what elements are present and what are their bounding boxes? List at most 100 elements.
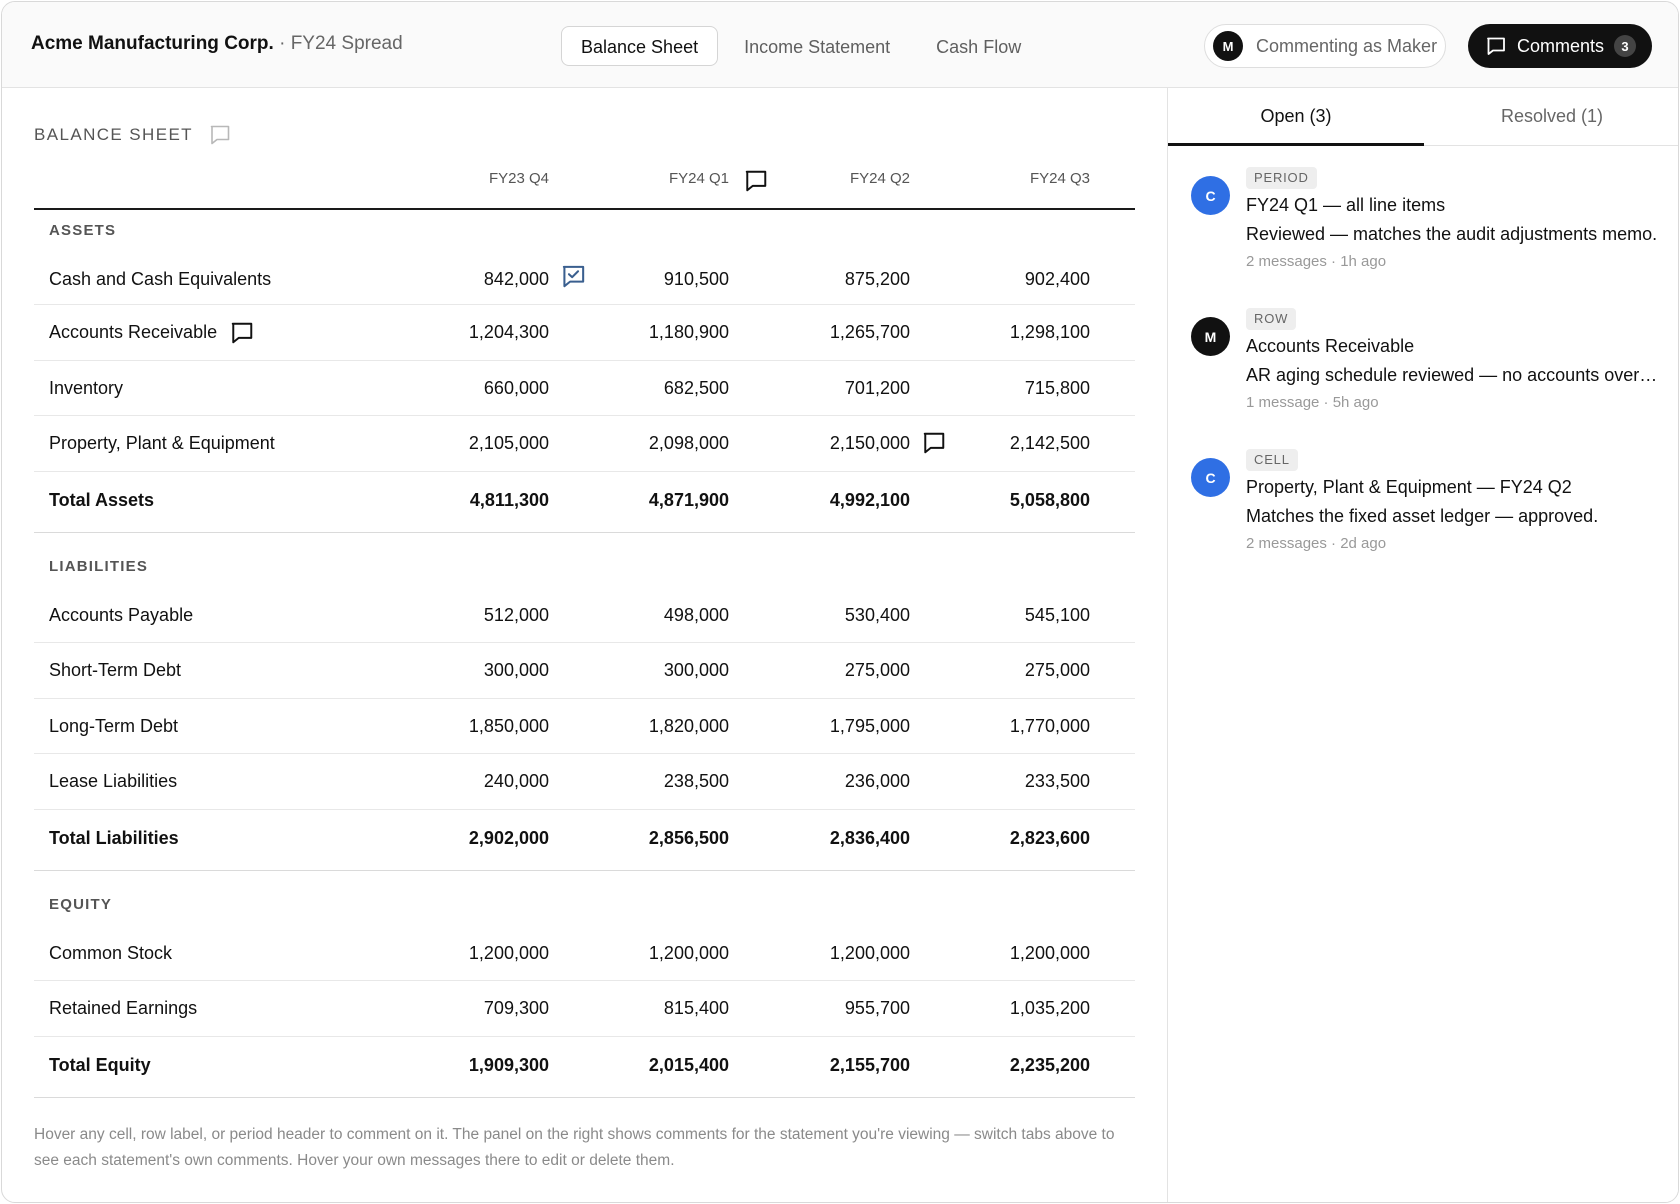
group-label: EQUITY: [49, 895, 113, 913]
value-cell[interactable]: 1,298,100: [930, 305, 1090, 360]
row-label-text: Retained Earnings: [49, 998, 198, 1018]
app-window: Acme Manufacturing Corp. · FY24 Spread B…: [1, 1, 1679, 1203]
table-row: Retained Earnings 709,300 815,400 955,700 1,…: [34, 981, 1135, 1037]
tab-income-statement[interactable]: Income Statement: [724, 26, 910, 66]
value-cell[interactable]: 498,000: [569, 588, 729, 643]
value-cell[interactable]: 1,200,000: [930, 926, 1090, 981]
value-cell[interactable]: 2,105,000: [389, 416, 549, 471]
value-cell[interactable]: 1,200,000: [569, 926, 729, 981]
value-cell[interactable]: 4,871,900: [569, 472, 729, 529]
value-cell[interactable]: 875,200: [750, 252, 910, 307]
value-cell[interactable]: 530,400: [750, 588, 910, 643]
row-label-text: Accounts Payable: [49, 604, 194, 625]
period-header[interactable]: FY24 Q2: [750, 170, 910, 187]
value-cell[interactable]: 233,500: [930, 754, 1090, 809]
thread-scope-tag: CELL: [1246, 449, 1298, 471]
row-label[interactable]: Retained Earnings: [49, 981, 197, 1036]
value-cell[interactable]: 1,770,000: [930, 699, 1090, 754]
avatar: C: [1191, 176, 1230, 215]
value-cell[interactable]: 842,000: [389, 252, 549, 307]
value-cell[interactable]: 275,000: [750, 643, 910, 698]
value-cell[interactable]: 5,058,800: [930, 472, 1090, 529]
value-cell[interactable]: 682,500: [569, 361, 729, 416]
value-cell[interactable]: 2,015,400: [569, 1037, 729, 1094]
value-cell[interactable]: 1,200,000: [750, 926, 910, 981]
row-label[interactable]: Total Liabilities: [49, 810, 179, 867]
value-cell[interactable]: 4,992,100: [750, 472, 910, 529]
value-cell[interactable]: 1,200,000: [389, 926, 549, 981]
value-cell[interactable]: 2,902,000: [389, 810, 549, 867]
row-label-text: Inventory: [49, 377, 124, 398]
thread-title: FY24 Q1 — all line items: [1246, 195, 1446, 215]
value-cell[interactable]: 2,098,000: [569, 416, 729, 471]
value-cell[interactable]: 955,700: [750, 981, 910, 1036]
row-label[interactable]: Accounts Payable: [49, 588, 193, 643]
table-row: Accounts Receivable 1,204,300 1,180,900 1,2…: [34, 305, 1135, 361]
value-cell[interactable]: 512,000: [389, 588, 549, 643]
row-label[interactable]: Inventory: [49, 361, 123, 416]
value-cell[interactable]: 2,155,700: [750, 1037, 910, 1094]
tab-balance-sheet[interactable]: Balance Sheet: [561, 26, 719, 66]
row-label-text: Property, Plant & Equipment: [49, 433, 275, 453]
row-label[interactable]: Cash and Cash Equivalents: [49, 252, 271, 307]
row-label[interactable]: Short-Term Debt: [49, 643, 181, 698]
comment-icon: [1485, 35, 1507, 57]
commenting-as-selector[interactable]: M Commenting as Maker: [1204, 24, 1446, 68]
value-cell[interactable]: 902,400: [930, 252, 1090, 307]
row-label-text: Cash and Cash Equivalents: [49, 269, 272, 289]
value-cell[interactable]: 709,300: [389, 981, 549, 1036]
table-row: Accounts Payable 512,000 498,000 530,400 545…: [34, 588, 1135, 643]
value-cell[interactable]: 2,823,600: [930, 810, 1090, 867]
row-label[interactable]: Property, Plant & Equipment: [49, 416, 275, 471]
value-cell[interactable]: 238,500: [569, 754, 729, 809]
value-cell[interactable]: 545,100: [930, 588, 1090, 643]
value-cell[interactable]: 1,820,000: [569, 699, 729, 754]
value-cell[interactable]: 2,836,400: [750, 810, 910, 867]
comment-icon[interactable]: [209, 124, 231, 146]
period-header[interactable]: FY24 Q1: [569, 170, 729, 187]
tab-resolved[interactable]: Resolved (1): [1424, 88, 1678, 146]
row-label[interactable]: Accounts Receivable: [49, 305, 254, 360]
row-label-text: Lease Liabilities: [49, 771, 178, 791]
period-header-row: FY23 Q4 FY24 Q1 FY24 Q2 FY24 Q3: [34, 170, 1135, 210]
value-cell[interactable]: 2,235,200: [930, 1037, 1090, 1094]
value-cell[interactable]: 1,180,900: [569, 305, 729, 360]
group-label: LIABILITIES: [49, 557, 149, 575]
row-label[interactable]: Long-Term Debt: [49, 699, 178, 754]
period-header[interactable]: FY23 Q4: [389, 170, 549, 187]
period-header[interactable]: FY24 Q3: [930, 170, 1090, 187]
avatar: C: [1191, 458, 1230, 497]
value-cell[interactable]: 1,909,300: [389, 1037, 549, 1094]
value-cell[interactable]: 300,000: [389, 643, 549, 698]
row-label[interactable]: Total Assets: [49, 472, 154, 529]
value-cell[interactable]: 815,400: [569, 981, 729, 1036]
value-cell[interactable]: 715,800: [930, 361, 1090, 416]
value-cell[interactable]: 1,035,200: [930, 981, 1090, 1036]
value-cell[interactable]: 1,265,700: [750, 305, 910, 360]
value-cell[interactable]: 2,856,500: [569, 810, 729, 867]
tab-cash-flow[interactable]: Cash Flow: [916, 26, 1041, 66]
value-cell[interactable]: 660,000: [389, 361, 549, 416]
value-cell[interactable]: 240,000: [389, 754, 549, 809]
comment-icon[interactable]: [230, 321, 254, 345]
value-cell[interactable]: 275,000: [930, 643, 1090, 698]
section-title[interactable]: BALANCE SHEET: [34, 125, 193, 145]
value-cell[interactable]: 1,204,300: [389, 305, 549, 360]
value-cell[interactable]: 701,200: [750, 361, 910, 416]
row-label[interactable]: Lease Liabilities: [49, 754, 177, 809]
row-label[interactable]: Common Stock: [49, 926, 172, 981]
spread-panel: BALANCE SHEET FY23 Q4 FY24 Q1 FY24 Q2 FY…: [2, 88, 1167, 1202]
row-label-text: Accounts Receivable: [49, 322, 218, 342]
value-cell[interactable]: 2,150,000: [750, 416, 910, 471]
value-cell[interactable]: 4,811,300: [389, 472, 549, 529]
table-row: Property, Plant & Equipment 2,105,000 2,09…: [34, 416, 1135, 472]
value-cell[interactable]: 236,000: [750, 754, 910, 809]
tab-open[interactable]: Open (3): [1168, 88, 1424, 146]
value-cell[interactable]: 1,850,000: [389, 699, 549, 754]
value-cell[interactable]: 2,142,500: [930, 416, 1090, 471]
value-cell[interactable]: 300,000: [569, 643, 729, 698]
row-label[interactable]: Total Equity: [49, 1037, 151, 1094]
value-cell[interactable]: 910,500: [569, 252, 729, 307]
value-cell[interactable]: 1,795,000: [750, 699, 910, 754]
comments-button[interactable]: Comments 3: [1468, 24, 1652, 68]
